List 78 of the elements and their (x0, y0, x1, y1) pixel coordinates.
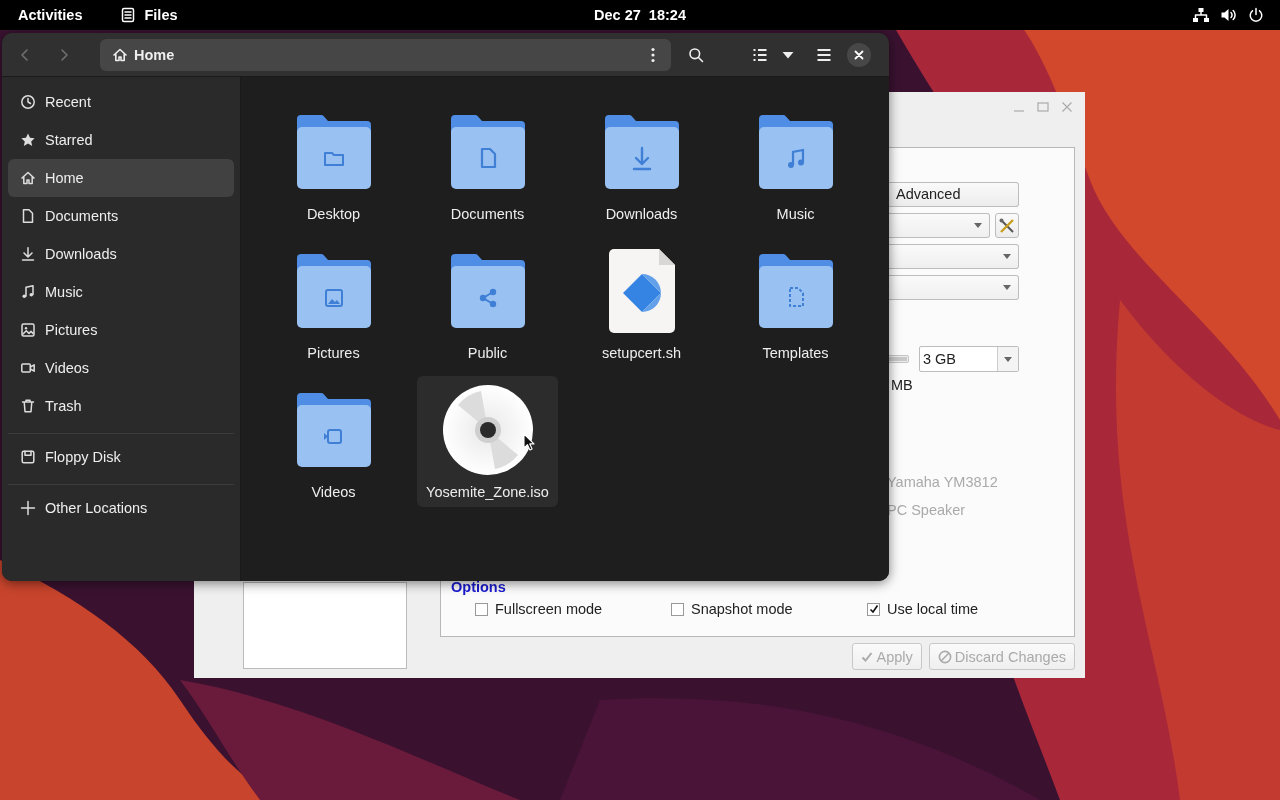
checkbox[interactable] (671, 602, 684, 616)
network-icon[interactable] (1192, 7, 1210, 23)
folder-icon (294, 391, 373, 469)
path-button[interactable]: Home (106, 40, 181, 69)
folder-icon (294, 113, 373, 191)
sidebar-item[interactable]: Downloads (8, 235, 234, 273)
checkbox-label[interactable]: Use local time (887, 599, 979, 619)
sidebar-item[interactable]: Music (8, 273, 234, 311)
checkbox[interactable] (475, 602, 488, 616)
no-entry-icon (937, 649, 952, 664)
activities-button[interactable]: Activities (8, 0, 93, 30)
sidebar-item[interactable]: Videos (8, 349, 234, 387)
folder-icon (448, 113, 527, 191)
dropdown-arrow-icon (1004, 356, 1012, 362)
video-icon (20, 360, 36, 376)
memory-size-dropdown[interactable]: 3 GB (919, 346, 1019, 372)
file-item[interactable]: setupcert.sh (571, 237, 712, 368)
download-icon (20, 246, 36, 262)
group-title: Options (451, 578, 506, 596)
file-item[interactable]: Pictures (263, 237, 404, 368)
dropdown-arrow-icon (974, 223, 982, 228)
file-cabinet-icon (120, 7, 137, 23)
file-item[interactable]: Music (725, 98, 866, 229)
close-icon (854, 49, 864, 60)
sidebar-item[interactable]: Starred (8, 121, 234, 159)
folder-icon (448, 252, 527, 330)
file-item[interactable]: Public (417, 237, 558, 368)
sidebar-item[interactable]: Pictures (8, 311, 234, 349)
memory-unit: MB (891, 377, 913, 393)
checkmark-icon (868, 604, 879, 614)
music-note-icon (20, 284, 36, 300)
home-icon (20, 170, 36, 186)
star-icon (20, 132, 36, 148)
sidebar-item[interactable]: Trash (8, 387, 234, 425)
folder-icon (294, 252, 373, 330)
menu-icon (816, 46, 832, 63)
advanced-button[interactable]: Advanced (888, 182, 1019, 207)
checkbox-label[interactable]: Snapshot mode (691, 599, 793, 619)
sidebar-item[interactable]: Other Locations (8, 489, 234, 527)
file-item[interactable]: Videos (263, 376, 404, 507)
script-file-icon (608, 249, 675, 333)
document-icon (20, 208, 36, 224)
volume-icon[interactable] (1220, 7, 1238, 23)
dropdown-arrow-icon (1003, 285, 1011, 290)
checkbox-label[interactable]: Fullscreen mode (495, 599, 603, 619)
sidebar-item[interactable]: Documents (8, 197, 234, 235)
file-item[interactable]: Downloads (571, 98, 712, 229)
search-icon (688, 46, 704, 63)
plus-icon (20, 500, 36, 516)
drive-icon (20, 449, 36, 465)
mouse-pointer-icon (523, 433, 535, 451)
power-icon[interactable] (1248, 7, 1264, 23)
file-item[interactable]: Desktop (263, 98, 404, 229)
clock-icon (20, 94, 36, 110)
folder-icon (602, 113, 681, 191)
caret-icon (782, 50, 794, 59)
close-button[interactable] (847, 42, 871, 67)
sidebar-item[interactable]: Floppy Disk (8, 438, 234, 476)
dropdown-arrow-icon (1003, 254, 1011, 259)
tools-icon (998, 216, 1016, 235)
file-item[interactable]: Documents (417, 98, 558, 229)
folder-icon (756, 113, 835, 191)
image-icon (20, 322, 36, 338)
clock[interactable]: Dec 27 18:24 (594, 0, 686, 30)
trash-icon (20, 398, 36, 414)
checkbox[interactable] (867, 602, 880, 616)
more-vertical-icon (651, 46, 655, 63)
sidebar-item[interactable]: Recent (8, 83, 234, 121)
file-item[interactable]: Yosemite_Zone.iso (417, 376, 558, 507)
file-item[interactable]: Templates (725, 237, 866, 368)
app-menu[interactable]: Files (110, 0, 188, 30)
home-icon (112, 46, 128, 63)
checkmark-icon (861, 650, 874, 663)
sidebar-item[interactable]: Home (8, 159, 234, 197)
list-icon (752, 46, 768, 63)
folder-icon (756, 252, 835, 330)
tools-button[interactable] (995, 213, 1019, 238)
disc-icon (442, 385, 533, 475)
